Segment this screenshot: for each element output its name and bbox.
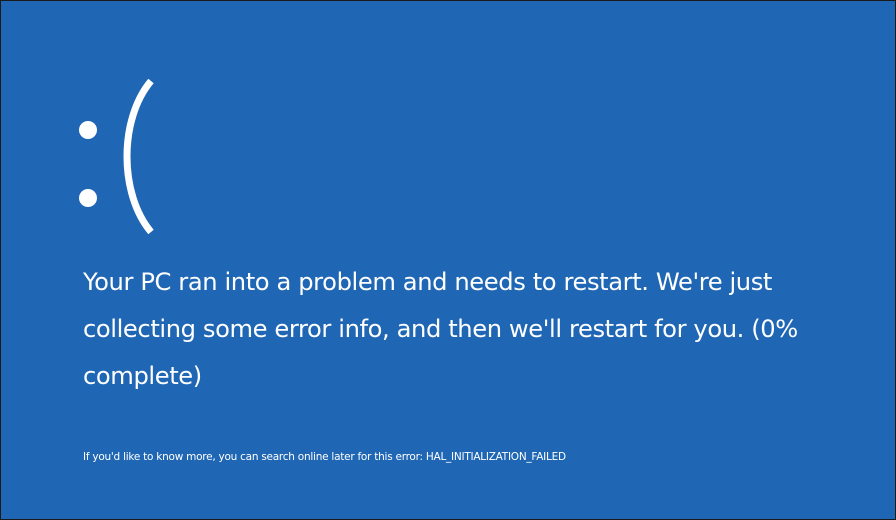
error-message: Your PC ran into a problem and needs to … [83,259,883,400]
blue-screen: Your PC ran into a problem and needs to … [0,0,896,520]
frown-parenthesis [123,79,154,234]
sad-face-icon [65,79,185,239]
colon-bottom-dot [79,189,97,207]
error-code-info: If you'd like to know more, you can sear… [83,451,566,463]
error-message-line-3: complete) [83,362,202,390]
error-message-line-1: Your PC ran into a problem and needs to … [83,268,773,296]
colon-top-dot [79,121,97,139]
error-message-line-2: collecting some error info, and then we'… [83,315,798,343]
